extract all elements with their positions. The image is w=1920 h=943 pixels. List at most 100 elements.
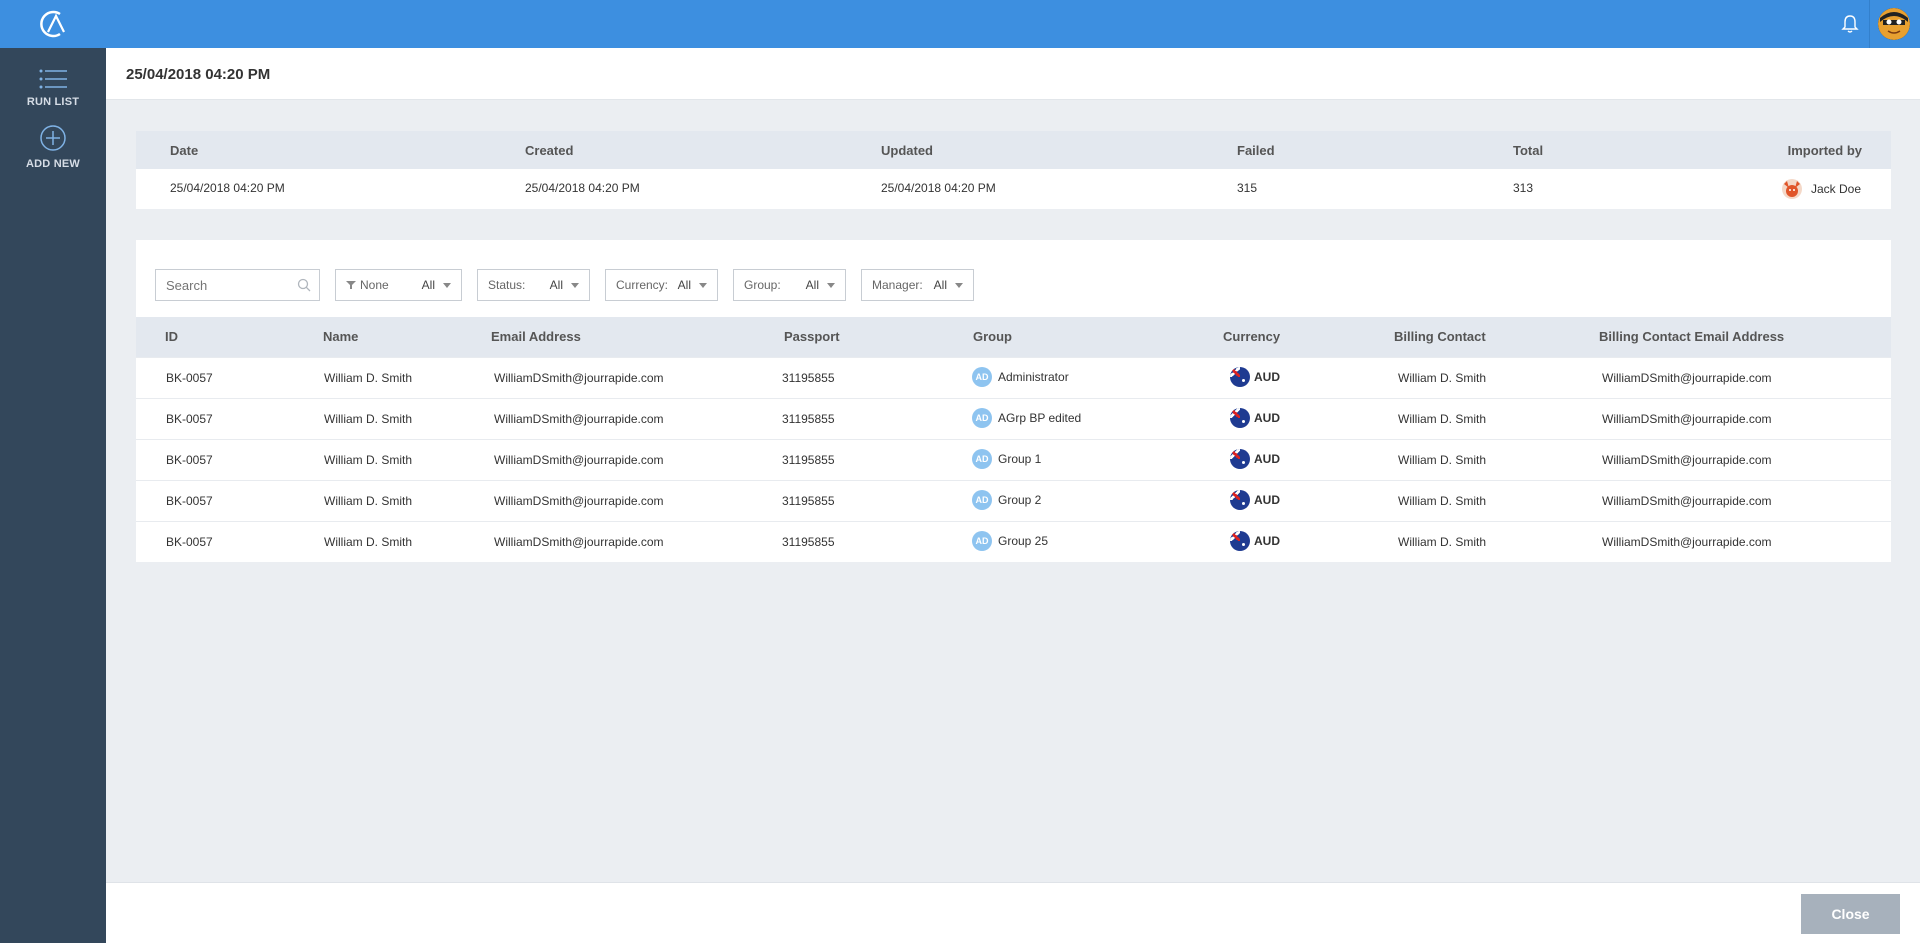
group-name: Administrator: [998, 370, 1069, 384]
page-title: 25/04/2018 04:20 PM: [126, 66, 271, 83]
column-header-passport[interactable]: Passport: [784, 329, 840, 344]
column-header-billing-contact[interactable]: Billing Contact: [1394, 329, 1486, 344]
filter-label: Status:: [488, 278, 526, 292]
filter-label: Manager:: [872, 278, 923, 292]
australia-flag-icon: [1230, 449, 1250, 469]
chevron-down-icon: [699, 282, 707, 288]
filter-label: None: [360, 278, 389, 292]
group-badge: AD: [972, 490, 992, 510]
currency-code: AUD: [1254, 452, 1280, 466]
currency-code: AUD: [1254, 411, 1280, 425]
summary-failed: 315: [1237, 181, 1258, 195]
plus-circle-icon: [40, 125, 66, 151]
currency-filter-select[interactable]: Currency: All: [605, 269, 718, 301]
avatar-icon: [1878, 8, 1910, 40]
filter-label: Group:: [744, 278, 781, 292]
group-name: Group 1: [998, 452, 1042, 466]
sidebar-item-add-new[interactable]: ADD NEW: [0, 124, 106, 170]
column-header-billing-email[interactable]: Billing Contact Email Address: [1599, 329, 1784, 344]
filter-value: All: [421, 278, 435, 292]
cell-id: BK-0057: [166, 371, 213, 385]
summary-created: 25/04/2018 04:20 PM: [525, 181, 640, 195]
status-filter-select[interactable]: Status: All: [477, 269, 590, 301]
column-header-group[interactable]: Group: [973, 329, 1012, 344]
app-logo[interactable]: [0, 0, 106, 48]
imported-by-user[interactable]: Jack Doe: [1781, 178, 1861, 200]
summary-total: 313: [1513, 181, 1534, 195]
table-row[interactable]: BK-0057 William D. Smith WilliamDSmith@jou…: [136, 480, 1891, 521]
column-header-email[interactable]: Email Address: [491, 329, 581, 344]
cell-id: BK-0057: [166, 453, 213, 467]
group-badge: AD: [972, 367, 992, 387]
notifications-button[interactable]: [1838, 12, 1862, 36]
cell-billing-contact: William D. Smith: [1398, 371, 1487, 385]
summary-header-updated: Updated: [881, 143, 933, 158]
cell-currency: AUD: [1230, 449, 1280, 469]
cell-email: WilliamDSmith@jourrapide.com: [494, 371, 664, 385]
bell-icon: [1841, 15, 1859, 33]
search-input[interactable]: [156, 270, 286, 300]
cell-currency: AUD: [1230, 408, 1280, 428]
filter-bar: None All Status: All Currency: All Group…: [155, 269, 989, 301]
table-row[interactable]: BK-0057 William D. Smith WilliamDSmith@jou…: [136, 357, 1891, 398]
group-filter-select[interactable]: Group: All: [733, 269, 846, 301]
cell-id: BK-0057: [166, 494, 213, 508]
column-header-name[interactable]: Name: [323, 329, 358, 344]
filter-value: All: [677, 278, 691, 292]
currency-code: AUD: [1254, 493, 1280, 507]
cell-group: AD AGrp BP edited: [972, 408, 1081, 428]
cell-passport: 31195855: [782, 453, 835, 467]
table-header: ID Name Email Address Passport Group Cur…: [136, 317, 1891, 357]
cell-name: William D. Smith: [324, 535, 413, 549]
funnel-icon: [346, 281, 356, 289]
preset-filter-select[interactable]: None All: [335, 269, 462, 301]
group-name: AGrp BP edited: [998, 411, 1082, 425]
imported-by-name: Jack Doe: [1810, 182, 1861, 196]
filter-label: Currency:: [616, 278, 669, 292]
cell-passport: 31195855: [782, 412, 835, 426]
cell-passport: 31195855: [782, 535, 835, 549]
cell-email: WilliamDSmith@jourrapide.com: [494, 453, 664, 467]
divider: [1869, 0, 1870, 48]
sidebar-item-label: RUN LIST: [26, 96, 80, 108]
cell-name: William D. Smith: [324, 371, 413, 385]
cell-passport: 31195855: [782, 371, 835, 385]
cell-email: WilliamDSmith@jourrapide.com: [494, 412, 664, 426]
group-badge: AD: [972, 449, 992, 469]
summary-header-imported-by: Imported by: [1787, 143, 1862, 158]
australia-flag-icon: [1230, 408, 1250, 428]
group-badge: AD: [972, 531, 992, 551]
table-row[interactable]: BK-0057 William D. Smith WilliamDSmith@jou…: [136, 521, 1891, 562]
filter-value: All: [805, 278, 819, 292]
cell-currency: AUD: [1230, 367, 1280, 387]
column-header-id[interactable]: ID: [165, 329, 178, 344]
table-row[interactable]: BK-0057 William D. Smith WilliamDSmith@jou…: [136, 398, 1891, 439]
currency-code: AUD: [1254, 370, 1280, 384]
close-button[interactable]: Close: [1801, 894, 1900, 934]
australia-flag-icon: [1230, 531, 1250, 551]
sidebar-item-label: ADD NEW: [26, 158, 80, 170]
cell-group: AD Administrator: [972, 367, 1069, 387]
manager-filter-select[interactable]: Manager: All: [861, 269, 974, 301]
cell-name: William D. Smith: [324, 453, 413, 467]
cell-email: WilliamDSmith@jourrapide.com: [494, 535, 664, 549]
search-icon[interactable]: [297, 278, 311, 292]
filter-value: All: [549, 278, 563, 292]
table-row[interactable]: BK-0057 William D. Smith WilliamDSmith@jou…: [136, 439, 1891, 480]
cell-billing-email: WilliamDSmith@jourrapide.com: [1602, 412, 1772, 426]
footer: Close: [106, 882, 1920, 943]
cell-email: WilliamDSmith@jourrapide.com: [494, 494, 664, 508]
currency-code: AUD: [1254, 534, 1280, 548]
chevron-down-icon: [443, 282, 451, 288]
sidebar-item-run-list[interactable]: RUN LIST: [0, 68, 106, 108]
cell-name: William D. Smith: [324, 494, 413, 508]
group-badge: AD: [972, 408, 992, 428]
cell-id: BK-0057: [166, 412, 213, 426]
column-header-currency[interactable]: Currency: [1223, 329, 1280, 344]
summary-header: Date Created Updated Failed Total Import…: [136, 131, 1891, 169]
cell-billing-contact: William D. Smith: [1398, 494, 1487, 508]
group-name: Group 2: [998, 493, 1042, 507]
cell-currency: AUD: [1230, 531, 1280, 551]
summary-row: 25/04/2018 04:20 PM 25/04/2018 04:20 PM …: [136, 169, 1891, 209]
user-avatar[interactable]: [1878, 8, 1910, 40]
